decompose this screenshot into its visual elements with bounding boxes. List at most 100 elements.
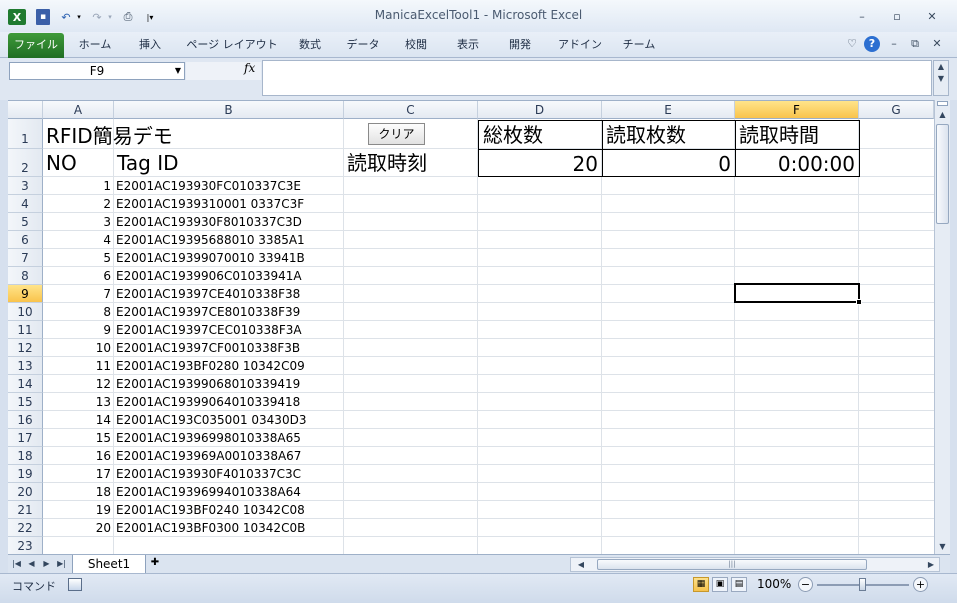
cell-no[interactable]: 2: [43, 195, 111, 213]
row-header-4[interactable]: 4: [8, 195, 43, 213]
scroll-down-icon[interactable]: ▼: [935, 540, 950, 554]
cell-no[interactable]: 12: [43, 375, 111, 393]
last-sheet-icon[interactable]: ▶|: [55, 557, 68, 571]
cell-no[interactable]: 17: [43, 465, 111, 483]
minimize-icon[interactable]: –: [854, 10, 870, 24]
cell-tag-id[interactable]: E2001AC19396994010338A64: [116, 483, 301, 501]
tab-developer[interactable]: 開発: [500, 37, 540, 57]
cell-no[interactable]: 11: [43, 357, 111, 375]
cell-no[interactable]: 4: [43, 231, 111, 249]
restore-icon[interactable]: ▫: [889, 10, 905, 24]
row-header-8[interactable]: 8: [8, 267, 43, 285]
cell-e2-read-count-value[interactable]: 0: [602, 149, 736, 177]
tab-team[interactable]: チーム: [616, 37, 662, 57]
name-box-dropdown-icon[interactable]: ▼: [172, 62, 184, 80]
column-header-d[interactable]: D: [478, 101, 602, 119]
cell-tag-id[interactable]: E2001AC1939310001 0337C3F: [116, 195, 304, 213]
cell-no[interactable]: 10: [43, 339, 111, 357]
cell-tag-id[interactable]: E2001AC193C035001 03430D3: [116, 411, 306, 429]
cell-f1-read-time-label[interactable]: 読取時間: [735, 120, 860, 150]
workbook-minimize-icon[interactable]: –: [886, 36, 902, 52]
cell-no[interactable]: 7: [43, 285, 111, 303]
row-header-1[interactable]: 1: [8, 119, 43, 149]
cell-no[interactable]: 19: [43, 501, 111, 519]
worksheet-grid[interactable]: A B C D E F G 1 2 3 4 5 6 7 8 9 10 11 12 13 14 15 16 17 1…: [8, 100, 934, 554]
column-header-b[interactable]: B: [114, 101, 344, 119]
workbook-restore-icon[interactable]: ⧉: [907, 36, 923, 52]
cell-a2-no-label[interactable]: NO: [46, 149, 77, 177]
formula-input[interactable]: [262, 60, 932, 96]
ribbon-collapse-icon[interactable]: ♡: [844, 36, 860, 52]
row-header-13[interactable]: 13: [8, 357, 43, 375]
column-header-f[interactable]: F: [735, 101, 859, 119]
row-header-16[interactable]: 16: [8, 411, 43, 429]
split-box-icon[interactable]: [937, 101, 948, 106]
tab-formulas[interactable]: 数式: [290, 37, 330, 57]
name-box[interactable]: F9: [9, 62, 185, 80]
cell-no[interactable]: 14: [43, 411, 111, 429]
sheet-tab-sheet1[interactable]: Sheet1: [72, 555, 146, 574]
row-header-5[interactable]: 5: [8, 213, 43, 231]
scroll-right-icon[interactable]: ▶: [925, 558, 937, 571]
row-header-17[interactable]: 17: [8, 429, 43, 447]
tab-review[interactable]: 校閲: [396, 37, 436, 57]
tab-home[interactable]: ホーム: [72, 37, 118, 57]
cell-tag-id[interactable]: E2001AC193969A0010338A67: [116, 447, 301, 465]
row-header-15[interactable]: 15: [8, 393, 43, 411]
row-header-9[interactable]: 9: [8, 285, 43, 303]
fill-handle[interactable]: [856, 299, 862, 305]
cell-tag-id[interactable]: E2001AC19399068010339419: [116, 375, 300, 393]
tab-file[interactable]: ファイル: [8, 33, 64, 58]
prev-sheet-icon[interactable]: ◀: [25, 557, 38, 571]
tab-addins[interactable]: アドイン: [552, 37, 608, 57]
cell-no[interactable]: 15: [43, 429, 111, 447]
help-icon[interactable]: ?: [864, 36, 880, 52]
cell-no[interactable]: 5: [43, 249, 111, 267]
cell-tag-id[interactable]: E2001AC19397CE4010338F38: [116, 285, 300, 303]
tab-data[interactable]: データ: [340, 37, 386, 57]
row-header-20[interactable]: 20: [8, 483, 43, 501]
row-header-21[interactable]: 21: [8, 501, 43, 519]
cell-no[interactable]: 18: [43, 483, 111, 501]
cell-no[interactable]: 3: [43, 213, 111, 231]
scroll-up-icon[interactable]: ▲: [935, 108, 950, 122]
row-header-19[interactable]: 19: [8, 465, 43, 483]
cell-c2-read-at-label[interactable]: 読取時刻: [347, 149, 427, 177]
column-header-e[interactable]: E: [602, 101, 735, 119]
cell-d1-total-label[interactable]: 総枚数: [478, 120, 603, 150]
insert-sheet-icon[interactable]: ✚: [146, 557, 164, 572]
row-header-6[interactable]: 6: [8, 231, 43, 249]
cell-a1-title[interactable]: RFID簡易デモ: [46, 122, 173, 150]
cell-no[interactable]: 8: [43, 303, 111, 321]
column-header-g[interactable]: G: [859, 101, 934, 119]
cell-f2-read-time-value[interactable]: 0:00:00: [735, 149, 860, 177]
page-break-view-icon[interactable]: ▤: [731, 577, 747, 592]
cell-tag-id[interactable]: E2001AC19396998010338A65: [116, 429, 301, 447]
cell-tag-id[interactable]: E2001AC193930FC010337C3E: [116, 177, 301, 195]
row-header-3[interactable]: 3: [8, 177, 43, 195]
zoom-level[interactable]: 100%: [757, 577, 791, 591]
cell-tag-id[interactable]: E2001AC193BF0280 10342C09: [116, 357, 305, 375]
zoom-out-icon[interactable]: −: [798, 577, 813, 592]
clear-button[interactable]: クリア: [368, 123, 425, 145]
first-sheet-icon[interactable]: |◀: [10, 557, 23, 571]
cell-tag-id[interactable]: E2001AC19395688010 3385A1: [116, 231, 305, 249]
macro-record-icon[interactable]: [68, 578, 82, 591]
close-icon[interactable]: ✕: [924, 10, 940, 24]
cell-tag-id[interactable]: E2001AC19397CF0010338F3B: [116, 339, 300, 357]
cell-tag-id[interactable]: E2001AC19397CEC010338F3A: [116, 321, 302, 339]
cell-tag-id[interactable]: E2001AC193930F4010337C3C: [116, 465, 301, 483]
tab-view[interactable]: 表示: [448, 37, 488, 57]
tab-page-layout[interactable]: ページ レイアウト: [184, 37, 280, 57]
cell-no[interactable]: 16: [43, 447, 111, 465]
select-all-corner[interactable]: [8, 101, 43, 119]
row-header-23[interactable]: 23: [8, 537, 43, 554]
formula-expand-icon[interactable]: ▲ ▼: [933, 60, 949, 96]
row-header-11[interactable]: 11: [8, 321, 43, 339]
page-layout-view-icon[interactable]: ▣: [712, 577, 728, 592]
zoom-slider-thumb[interactable]: [859, 578, 866, 591]
zoom-in-icon[interactable]: +: [913, 577, 928, 592]
row-header-2[interactable]: 2: [8, 149, 43, 177]
cell-tag-id[interactable]: E2001AC193930F8010337C3D: [116, 213, 302, 231]
insert-function-icon[interactable]: fx: [244, 61, 255, 75]
